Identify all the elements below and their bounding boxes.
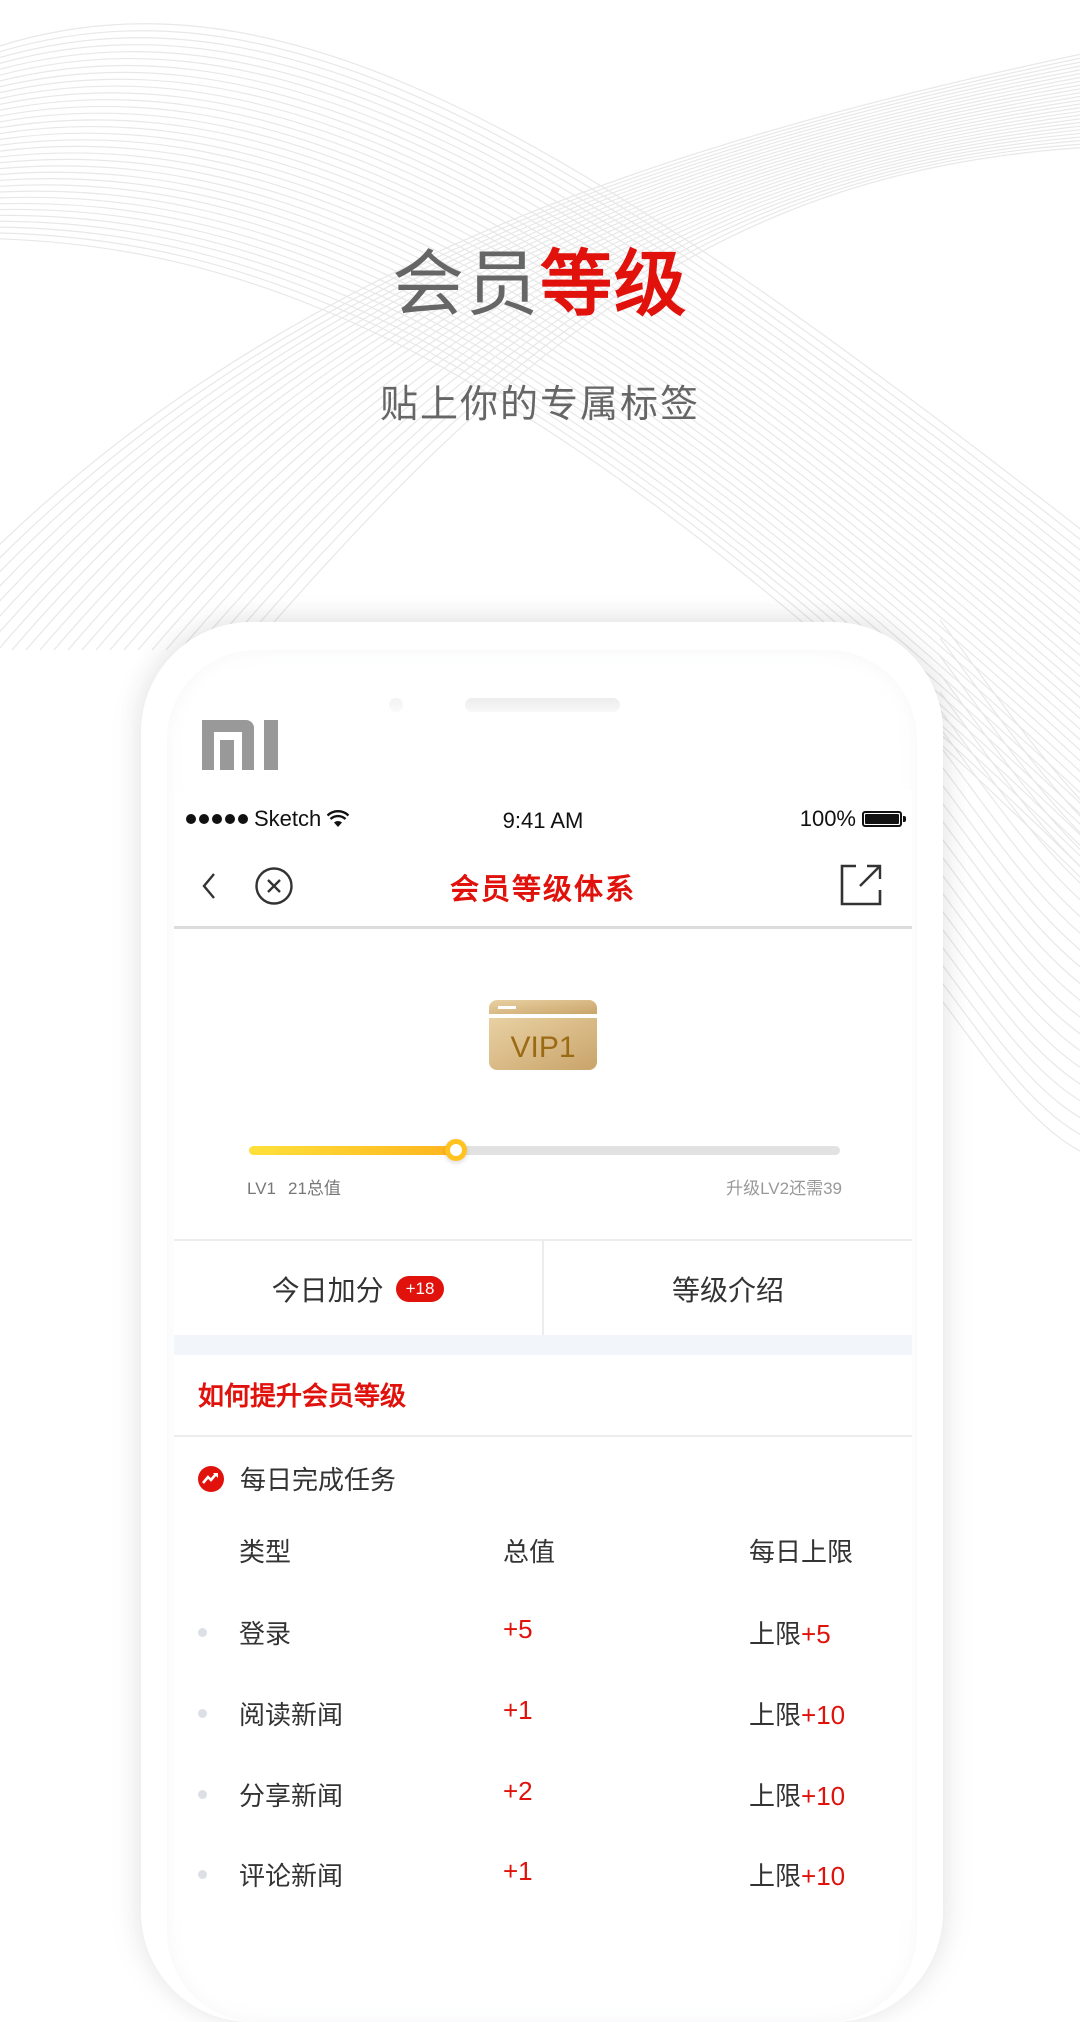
limit-prefix: 上限 <box>749 1862 802 1892</box>
bullet-icon <box>198 1790 207 1799</box>
wave-line <box>939 943 1080 1102</box>
progress-knob <box>444 1139 467 1161</box>
row-limit: 上限+5 <box>749 1614 831 1651</box>
wave-line <box>939 889 1080 1052</box>
battery-icon <box>862 811 906 827</box>
bullet-icon <box>198 1628 207 1637</box>
column-header-type: 类型 <box>239 1538 292 1568</box>
wave-line <box>939 925 1080 1085</box>
hero-subtitle: 贴上你的专属标签 <box>379 382 700 426</box>
wave-line <box>939 853 1080 1018</box>
divider <box>174 1435 912 1437</box>
tab-today-points[interactable]: 今日加分 +18 <box>174 1241 542 1337</box>
total-points: 21总值 <box>288 1179 341 1198</box>
vip-badge-icon: VIP1 <box>489 1000 597 1070</box>
section-separator <box>174 1335 912 1355</box>
wave-line <box>939 961 1080 1119</box>
progress-fill <box>249 1146 456 1155</box>
level-progress-bar <box>249 1139 840 1161</box>
current-level: LV1 <box>247 1179 276 1198</box>
row-type: 评论新闻 <box>239 1862 344 1892</box>
wave-line <box>0 71 1080 604</box>
wave-line <box>939 745 1080 918</box>
wave-line <box>939 979 1080 1135</box>
phone-speaker <box>465 698 620 712</box>
limit-prefix: 上限 <box>749 1620 802 1650</box>
limit-value: +5 <box>801 1619 831 1649</box>
table-row: 阅读新闻 +1 上限+10 <box>174 1695 912 1735</box>
tab-bar: 今日加分 +18 等级介绍 <box>174 1239 912 1337</box>
task-group-header: 每日完成任务 <box>198 1460 396 1497</box>
section-title: 如何提升会员等级 <box>198 1382 407 1412</box>
row-limit: 上限+10 <box>749 1856 845 1893</box>
tab-label: 等级介绍 <box>671 1274 784 1307</box>
nav-bar: 会员等级体系 <box>174 848 912 929</box>
share-icon[interactable] <box>840 862 882 906</box>
limit-value: +10 <box>801 1781 846 1811</box>
hero-title-accent: 等级 <box>540 242 689 326</box>
wave-line <box>95 107 1080 651</box>
row-limit: 上限+10 <box>749 1695 845 1732</box>
row-type: 登录 <box>239 1620 292 1650</box>
row-value: +2 <box>503 1776 533 1806</box>
row-value: +1 <box>503 1695 533 1725</box>
wave-line <box>939 835 1080 1001</box>
tab-level-intro[interactable]: 等级介绍 <box>542 1241 912 1337</box>
front-camera <box>389 698 403 712</box>
next-level-hint: 升级LV2还需39 <box>726 1179 842 1198</box>
table-row: 登录 +5 上限+5 <box>174 1614 912 1654</box>
points-badge: +18 <box>395 1276 445 1302</box>
app-screen: Sketch 9:41 AM 100% 会员等级体系 VIP1 LV1 21总值… <box>174 790 912 1920</box>
level-info: LV1 21总值 <box>247 1174 353 1199</box>
status-bar: Sketch 9:41 AM 100% <box>174 800 912 840</box>
wave-line <box>109 110 1080 651</box>
wave-line <box>939 871 1080 1035</box>
limit-prefix: 上限 <box>749 1701 802 1731</box>
column-header-total: 总值 <box>503 1538 556 1568</box>
limit-value: +10 <box>801 1700 846 1730</box>
wave-line <box>0 65 1080 587</box>
hero-title: 会员等级 <box>0 238 1080 330</box>
table-row: 分享新闻 +2 上限+10 <box>174 1776 912 1816</box>
row-type: 阅读新闻 <box>239 1701 344 1731</box>
page-title: 会员等级体系 <box>449 872 636 906</box>
bullet-icon <box>198 1709 207 1718</box>
wave-line <box>81 103 1080 651</box>
tab-label: 今日加分 <box>271 1274 384 1307</box>
wave-line <box>939 997 1080 1152</box>
mi-logo-icon <box>202 720 278 770</box>
row-value: +1 <box>503 1856 533 1886</box>
limit-value: +10 <box>801 1861 846 1891</box>
battery-percent: 100% <box>799 806 856 831</box>
hero-title-plain: 会员 <box>391 242 540 326</box>
wave-line <box>939 727 1080 901</box>
wave-line <box>0 85 1080 625</box>
status-right: 100% <box>799 806 906 832</box>
row-value: +5 <box>503 1614 533 1644</box>
limit-prefix: 上限 <box>749 1782 802 1812</box>
task-group-label: 每日完成任务 <box>240 1466 397 1496</box>
row-type: 分享新闻 <box>239 1782 344 1812</box>
wave-line <box>939 655 1080 834</box>
vip-badge-text: VIP1 <box>510 1031 575 1064</box>
table-row: 评论新闻 +1 上限+10 <box>174 1856 912 1896</box>
row-limit: 上限+10 <box>749 1776 845 1813</box>
column-header-limit: 每日上限 <box>749 1538 854 1568</box>
trend-up-icon <box>198 1465 224 1492</box>
bullet-icon <box>198 1870 207 1879</box>
